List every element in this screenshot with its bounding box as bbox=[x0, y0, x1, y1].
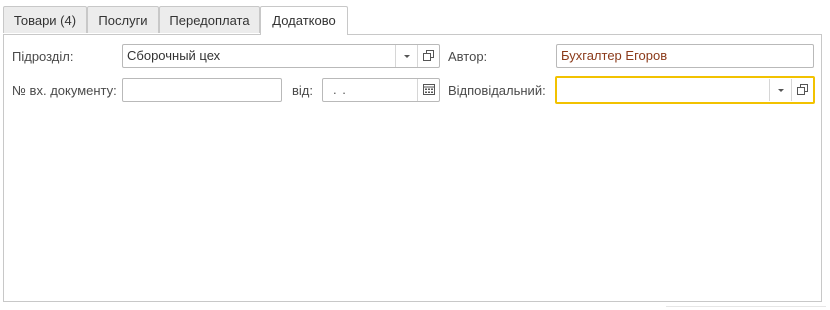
tab-goods[interactable]: Товари (4) bbox=[3, 6, 87, 33]
chevron-down-icon bbox=[404, 55, 410, 58]
tab-services[interactable]: Послуги bbox=[87, 6, 159, 33]
tab-prepayment-label: Передоплата bbox=[169, 13, 250, 28]
tab-goods-label: Товари (4) bbox=[13, 13, 77, 28]
bottom-divider bbox=[666, 306, 826, 307]
author-field[interactable]: Бухгалтер Егоров bbox=[556, 44, 814, 68]
incoming-doc-label: № вх. документу: bbox=[12, 83, 117, 98]
subdivision-open-button[interactable] bbox=[417, 45, 439, 67]
responsible-label: Відповідальний: bbox=[448, 83, 546, 98]
chevron-down-icon bbox=[778, 89, 784, 92]
tab-additional-label: Додатково bbox=[272, 13, 336, 28]
date-value: . . bbox=[333, 82, 347, 97]
subdivision-value: Сборочный цех bbox=[127, 48, 221, 63]
tab-additional[interactable]: Додатково bbox=[260, 6, 348, 35]
responsible-field[interactable] bbox=[555, 76, 815, 104]
author-label: Автор: bbox=[448, 49, 488, 64]
date-label: від: bbox=[292, 83, 313, 98]
tab-prepayment[interactable]: Передоплата bbox=[159, 6, 260, 33]
author-value: Бухгалтер Егоров bbox=[561, 48, 668, 63]
tab-services-label: Послуги bbox=[98, 13, 148, 28]
date-calendar-button[interactable] bbox=[417, 79, 439, 101]
subdivision-label: Підрозділ: bbox=[12, 49, 74, 64]
tab-panel-additional bbox=[3, 34, 822, 302]
open-form-icon bbox=[797, 84, 808, 95]
subdivision-field[interactable]: Сборочный цех bbox=[122, 44, 440, 68]
calendar-icon bbox=[423, 84, 435, 95]
responsible-dropdown-button[interactable] bbox=[769, 79, 791, 101]
subdivision-dropdown-button[interactable] bbox=[395, 45, 417, 67]
open-form-icon bbox=[423, 50, 434, 61]
incoming-doc-input[interactable] bbox=[122, 78, 282, 102]
responsible-open-button[interactable] bbox=[791, 79, 813, 101]
date-input[interactable]: . . bbox=[322, 78, 440, 102]
